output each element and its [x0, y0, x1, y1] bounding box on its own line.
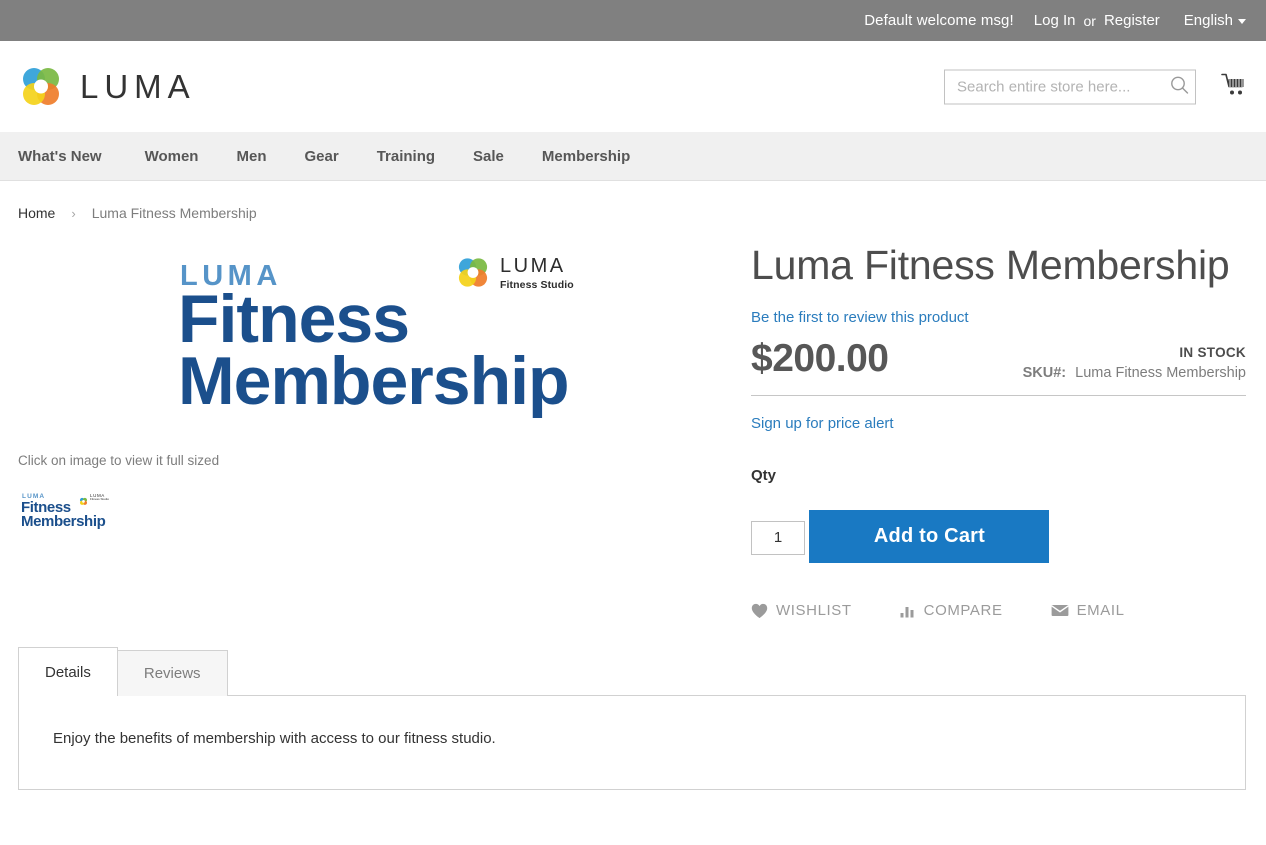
welcome-message: Default welcome msg! [864, 12, 1014, 29]
product-action-links: WISHLIST COMPARE EMAIL [751, 602, 1246, 619]
envelope-icon [1050, 604, 1069, 617]
nav-item-women[interactable]: Women [126, 132, 218, 181]
nav-item-membership[interactable]: Membership [523, 132, 649, 181]
main-navigation: What's New Women Men Gear Training Sale … [0, 132, 1266, 181]
product-page: Default welcome msg! Log In or Register … [0, 0, 1266, 845]
fitness-studio-subtitle: Fitness Studio [500, 278, 574, 291]
product-media-column: LUMA Fitness Membership LUMA Fitness Stu… [18, 243, 733, 534]
status-badge: IN STOCK [1179, 345, 1246, 361]
product-detail-tabs: Details Reviews Enjoy the benefits of me… [18, 647, 1246, 790]
thumbnail-studio-subtitle: Fitness Studio [90, 497, 110, 502]
add-to-wishlist-link[interactable]: WISHLIST [751, 602, 852, 619]
heart-icon [751, 603, 768, 619]
register-link[interactable]: Register [1104, 12, 1160, 29]
sku-label: SKU#: [1022, 365, 1067, 382]
top-panel: Default welcome msg! Log In or Register … [0, 0, 1266, 41]
search-icon [1170, 76, 1189, 98]
product-thumbnail-strip: LUMA Fitness Membership LUMA Fitness Stu… [18, 490, 733, 534]
luma-circles-icon [455, 255, 491, 291]
email-to-friend-link[interactable]: EMAIL [1050, 602, 1125, 620]
site-header: LUMA [0, 41, 1266, 132]
quantity-stepper[interactable] [751, 520, 805, 555]
search-input[interactable] [944, 69, 1196, 104]
add-review-link[interactable]: Be the first to review this product [751, 309, 969, 326]
nav-item-sale[interactable]: Sale [454, 132, 523, 181]
add-to-compare-link[interactable]: COMPARE [900, 602, 1003, 619]
tab-reviews[interactable]: Reviews [116, 650, 228, 697]
site-logo[interactable]: LUMA [18, 64, 196, 110]
nav-item-men[interactable]: Men [217, 132, 285, 181]
thumbnail-studio-logo: LUMA Fitness Studio [79, 493, 110, 505]
product-main: LUMA Fitness Membership LUMA Fitness Stu… [0, 221, 1266, 619]
luma-logo-icon [18, 64, 64, 110]
sku-value: Luma Fitness Membership [1075, 365, 1246, 382]
image-hint-text: Click on image to view it full sized [18, 453, 220, 468]
shopping-cart-icon [1220, 73, 1247, 101]
nav-item-training[interactable]: Training [358, 132, 454, 181]
login-link[interactable]: Log In [1034, 12, 1076, 29]
product-image-line2: Membership [178, 343, 570, 419]
price-and-stock-row: $200.00 IN STOCK SKU#: Luma Fitness Memb… [751, 337, 1246, 397]
thumbnail-line2: Membership [21, 513, 106, 530]
or-separator: or [1083, 12, 1096, 29]
language-switcher[interactable]: English [1184, 12, 1246, 29]
product-info-column: Luma Fitness Membership Be the first to … [733, 242, 1246, 619]
thumbnail-studio-text: LUMA Fitness Studio [88, 493, 110, 502]
tab-content-details: Enjoy the benefits of membership with ac… [18, 695, 1246, 790]
tab-details[interactable]: Details [18, 647, 118, 698]
site-logo-text: LUMA [80, 67, 196, 105]
qty-label: Qty [751, 467, 777, 485]
add-to-wishlist-label: WISHLIST [776, 602, 852, 620]
product-price: $200.00 [751, 337, 889, 381]
minicart-button[interactable] [1218, 72, 1248, 102]
top-panel-links: Default welcome msg! Log In or Register … [864, 12, 1246, 29]
sku-line: SKU#: Luma Fitness Membership [1023, 365, 1246, 381]
fitness-studio-name: LUMA [500, 254, 566, 277]
stock-and-sku: IN STOCK SKU#: Luma Fitness Membership [1023, 339, 1246, 381]
product-thumbnail[interactable]: LUMA Fitness Membership LUMA Fitness Stu… [18, 490, 110, 534]
nav-item-whats-new[interactable]: What's New [18, 132, 126, 181]
product-description: Enjoy the benefits of membership with ac… [53, 730, 496, 748]
thumbnail-luma-circles-icon [79, 493, 88, 505]
nav-item-gear[interactable]: Gear [285, 132, 357, 181]
compare-bars-icon [900, 603, 916, 618]
email-to-friend-label: EMAIL [1076, 602, 1125, 620]
price-alert-link[interactable]: Sign up for price alert [751, 415, 894, 432]
fitness-studio-text: LUMA Fitness Studio [500, 254, 574, 291]
breadcrumb: Home › Luma Fitness Membership [0, 181, 1266, 221]
header-right-area [944, 69, 1248, 104]
chevron-down-icon [1238, 19, 1246, 24]
language-switcher-label: English [1183, 12, 1233, 29]
breadcrumb-separator-icon: › [71, 205, 76, 221]
search-button[interactable] [1166, 74, 1192, 100]
page-title: Luma Fitness Membership [751, 242, 1230, 288]
breadcrumb-home[interactable]: Home [18, 205, 55, 221]
product-main-image[interactable]: LUMA Fitness Membership LUMA Fitness Stu… [18, 243, 733, 435]
search-form [944, 69, 1196, 104]
fitness-studio-logo: LUMA Fitness Studio [455, 255, 574, 291]
add-to-compare-label: COMPARE [923, 602, 1003, 620]
breadcrumb-current: Luma Fitness Membership [91, 205, 257, 221]
tabs-row: Details Reviews [18, 647, 1246, 698]
add-to-cart-button[interactable]: Add to Cart [809, 510, 1050, 564]
